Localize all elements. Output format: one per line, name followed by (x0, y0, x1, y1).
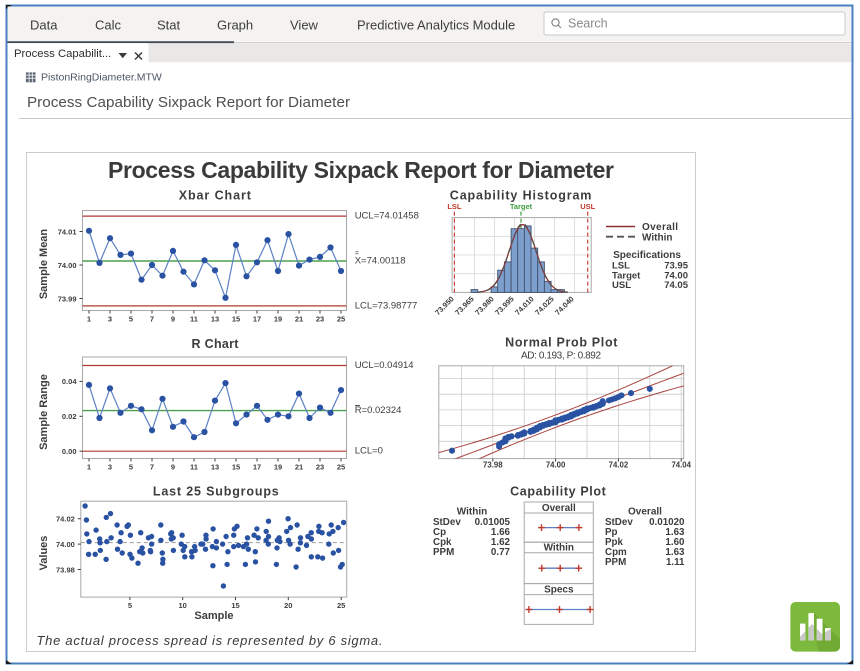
svg-text:X=74.00118: X=74.00118 (355, 256, 406, 267)
svg-text:74.02: 74.02 (56, 515, 75, 524)
svg-text:AD: 0.193, P: 0.892: AD: 0.193, P: 0.892 (521, 351, 601, 362)
svg-text:UCL=0.04914: UCL=0.04914 (355, 360, 414, 371)
svg-text:10: 10 (179, 601, 187, 610)
svg-text:Data: Data (30, 18, 58, 33)
svg-text:LSL: LSL (447, 202, 462, 211)
svg-text:Graph: Graph (217, 18, 253, 33)
svg-text:74.02: 74.02 (609, 461, 629, 470)
svg-text:Process Capability Sixpack Rep: Process Capability Sixpack Report for Di… (108, 157, 614, 183)
svg-text:Last 25 Subgroups: Last 25 Subgroups (153, 485, 279, 499)
svg-text:UCL=74.01458: UCL=74.01458 (355, 211, 419, 222)
svg-text:19: 19 (274, 315, 282, 324)
svg-text:5: 5 (128, 601, 132, 610)
svg-text:1: 1 (87, 315, 91, 324)
svg-text:13: 13 (211, 463, 219, 472)
svg-text:Stat: Stat (157, 18, 181, 33)
svg-text:25: 25 (337, 463, 345, 472)
svg-text:Sample Mean: Sample Mean (38, 229, 50, 300)
svg-text:19: 19 (274, 463, 282, 472)
svg-text:Xbar Chart: Xbar Chart (179, 189, 252, 203)
svg-text:USL: USL (612, 280, 631, 291)
svg-text:17: 17 (253, 463, 261, 472)
svg-text:PPM: PPM (433, 547, 454, 558)
svg-text:View: View (290, 18, 319, 33)
svg-text:25: 25 (337, 315, 345, 324)
svg-text:15: 15 (232, 315, 240, 324)
svg-text:21: 21 (295, 463, 303, 472)
svg-text:Within: Within (544, 543, 574, 554)
svg-text:1: 1 (87, 463, 91, 472)
svg-text:PistonRingDiameter.MTW: PistonRingDiameter.MTW (41, 72, 162, 84)
svg-text:Overall: Overall (542, 503, 576, 514)
svg-text:11: 11 (190, 315, 198, 324)
svg-text:74.00: 74.00 (56, 540, 75, 549)
svg-text:15: 15 (232, 463, 240, 472)
svg-text:25: 25 (337, 601, 345, 610)
svg-text:17: 17 (253, 315, 261, 324)
svg-text:74.01: 74.01 (58, 227, 77, 236)
svg-text:0.77: 0.77 (491, 547, 511, 558)
svg-text:15: 15 (231, 601, 239, 610)
svg-text:0.02: 0.02 (62, 412, 77, 421)
svg-text:74.00: 74.00 (58, 261, 77, 270)
svg-text:The actual process spread is r: The actual process spread is represented… (37, 633, 383, 648)
svg-text:Sample: Sample (194, 610, 233, 622)
svg-text:Values: Values (38, 536, 50, 571)
svg-text:74.05: 74.05 (664, 280, 688, 291)
svg-text:USL: USL (580, 202, 595, 211)
svg-text:Predictive Analytics Module: Predictive Analytics Module (357, 18, 515, 33)
svg-text:74.00: 74.00 (546, 461, 566, 470)
svg-text:0.04: 0.04 (62, 377, 77, 386)
svg-text:Process Capabilit...: Process Capabilit... (14, 48, 111, 60)
svg-text:Sample Range: Sample Range (38, 374, 50, 450)
svg-text:Overall: Overall (642, 222, 678, 233)
svg-text:9: 9 (171, 315, 175, 324)
svg-text:Process Capability Sixpack Rep: Process Capability Sixpack Report for Di… (27, 94, 350, 111)
svg-text:7: 7 (150, 463, 154, 472)
svg-text:5: 5 (129, 315, 133, 324)
svg-text:=: = (355, 251, 359, 258)
svg-text:Target: Target (510, 202, 533, 211)
svg-text:0.00: 0.00 (62, 447, 77, 456)
svg-text:11: 11 (190, 463, 198, 472)
svg-text:Search: Search (568, 17, 608, 31)
svg-text:Specifications: Specifications (613, 250, 681, 261)
svg-text:3: 3 (108, 463, 112, 472)
svg-text:9: 9 (171, 463, 175, 472)
svg-text:3: 3 (108, 315, 112, 324)
svg-text:73.99: 73.99 (58, 294, 77, 303)
svg-text:73.98: 73.98 (483, 461, 503, 470)
svg-text:Normal Prob Plot: Normal Prob Plot (505, 336, 618, 350)
svg-text:Capability Plot: Capability Plot (510, 485, 607, 499)
svg-text:21: 21 (295, 315, 303, 324)
svg-text:Capability Histogram: Capability Histogram (450, 189, 592, 203)
svg-text:13: 13 (211, 315, 219, 324)
svg-text:73.98: 73.98 (56, 565, 75, 574)
svg-text:5: 5 (129, 463, 133, 472)
svg-text:Within: Within (642, 233, 672, 244)
svg-text:23: 23 (316, 463, 324, 472)
svg-text:LCL=73.98777: LCL=73.98777 (355, 300, 418, 311)
svg-text:23: 23 (316, 315, 324, 324)
svg-text:PPM: PPM (605, 557, 626, 568)
svg-text:R Chart: R Chart (192, 337, 240, 351)
svg-text:R=0.02324: R=0.02324 (355, 405, 402, 416)
svg-text:7: 7 (150, 315, 154, 324)
svg-text:1.11: 1.11 (666, 557, 685, 568)
svg-text:Specs: Specs (544, 584, 574, 595)
svg-text:Calc: Calc (95, 18, 122, 33)
svg-text:74.04: 74.04 (671, 461, 691, 470)
svg-text:20: 20 (284, 601, 292, 610)
svg-text:LCL=0: LCL=0 (355, 446, 383, 457)
